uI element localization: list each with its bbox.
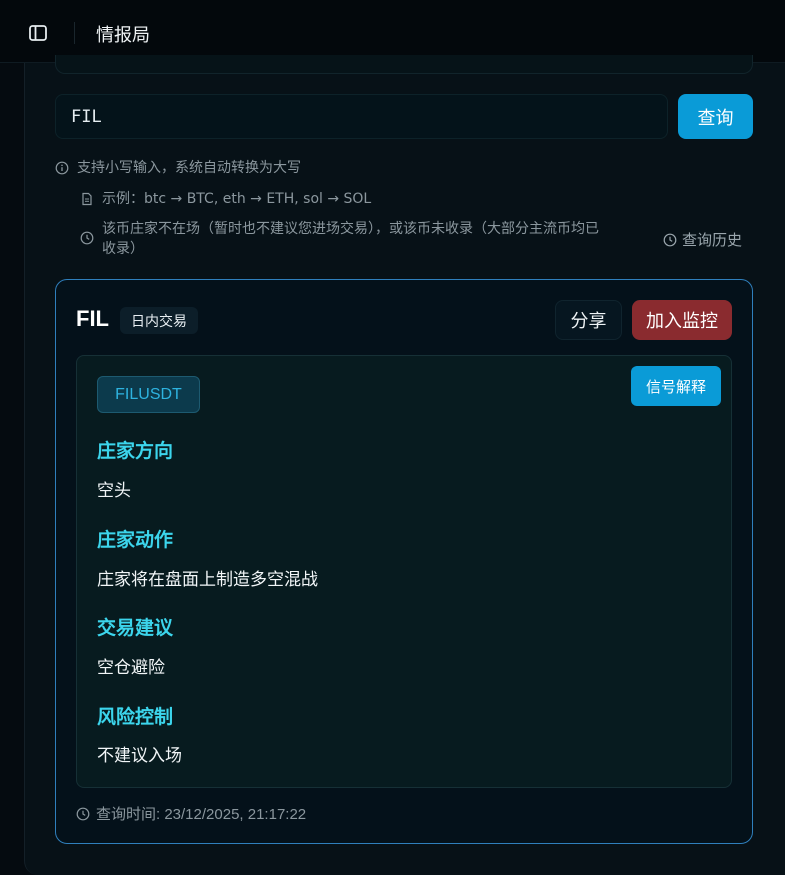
section-value-advice: 空仓避险 (97, 658, 165, 678)
app-title: 情报局 (96, 25, 150, 46)
query-time-text: 查询时间: 23/12/2025, 21:17:22 (96, 806, 307, 823)
sidebar-panel-icon (29, 25, 47, 41)
previous-card-edge (55, 55, 753, 74)
section-heading-direction: 庄家方向 (97, 440, 174, 462)
query-button[interactable]: 查询 (678, 94, 753, 139)
clock-icon (76, 807, 90, 820)
info-icon (55, 161, 69, 175)
section-value-action: 庄家将在盘面上制造多空混战 (97, 570, 318, 590)
signal-explain-button[interactable]: 信号解释 (631, 366, 721, 406)
symbol-search-input[interactable] (55, 94, 668, 139)
query-history-label: 查询历史 (682, 231, 743, 249)
coverage-notice-line1: 该币庄家不在场（暂时也不建议您进场交易），或该币未收录（大部分主流币均已 (102, 221, 599, 237)
section-heading-advice: 交易建议 (97, 617, 174, 639)
top-bar: 情报局 (0, 0, 785, 63)
input-example-text: 示例：btc → BTC, eth → ETH, sol → SOL (102, 191, 372, 207)
topbar-divider (74, 22, 75, 44)
result-symbol: FIL (76, 306, 109, 331)
section-heading-risk: 风险控制 (97, 706, 174, 728)
section-value-direction: 空头 (97, 481, 131, 501)
input-example: 示例：btc → BTC, eth → ETH, sol → SOL (80, 189, 371, 209)
coverage-notice-line2: 收录） (102, 241, 144, 257)
clock-icon (663, 233, 677, 246)
section-value-risk: 不建议入场 (97, 746, 182, 766)
coverage-notice: 该币庄家不在场（暂时也不建议您进场交易），或该币未收录（大部分主流币均已 收录） (80, 219, 650, 259)
share-button[interactable]: 分享 (555, 300, 622, 340)
trading-pair-tag: FILUSDT (97, 376, 200, 413)
query-history-link[interactable]: 查询历史 (663, 229, 742, 250)
trading-mode-badge: 日内交易 (120, 307, 198, 334)
add-to-monitor-button[interactable]: 加入监控 (632, 300, 732, 340)
clock-icon (80, 231, 94, 245)
query-time: 查询时间: 23/12/2025, 21:17:22 (76, 803, 306, 824)
input-tip: 支持小写输入，系统自动转换为大写 (55, 158, 301, 178)
input-tip-text: 支持小写输入，系统自动转换为大写 (77, 160, 301, 176)
sidebar-toggle-button[interactable] (26, 21, 50, 45)
document-icon (82, 192, 92, 206)
section-heading-action: 庄家动作 (97, 529, 174, 551)
